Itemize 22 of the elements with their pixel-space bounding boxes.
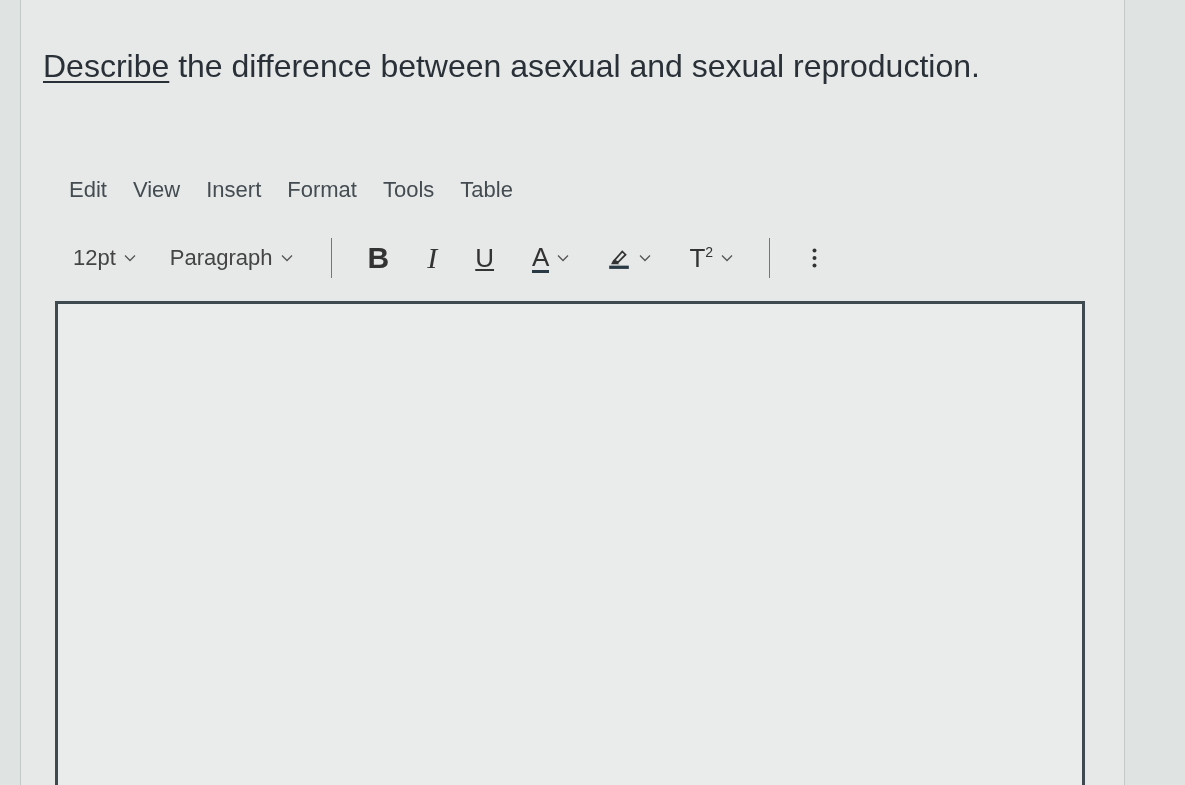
underline-button[interactable]: U bbox=[461, 238, 509, 278]
more-icon bbox=[812, 247, 818, 269]
question-text: Describe the difference between asexual and sexual reproduction. bbox=[43, 48, 981, 85]
chevron-icon bbox=[123, 254, 136, 262]
chevron-icon bbox=[557, 254, 570, 262]
menu-item[interactable]: Insert bbox=[198, 173, 270, 207]
text-color-button[interactable]: A bbox=[518, 239, 584, 277]
highlighter-icon bbox=[607, 247, 632, 269]
menu-item[interactable]: View bbox=[124, 173, 189, 207]
chevron-icon bbox=[721, 254, 734, 262]
menu-item[interactable]: Format bbox=[279, 173, 365, 207]
menu-item[interactable]: Table bbox=[452, 173, 521, 207]
bold-button[interactable]: B bbox=[353, 237, 404, 279]
dropdown-button[interactable]: Paragraph bbox=[161, 239, 301, 277]
question-link[interactable]: Describe bbox=[43, 48, 170, 84]
chevron-icon bbox=[280, 254, 293, 262]
menu-item[interactable]: Edit bbox=[61, 173, 115, 207]
chevron-icon bbox=[639, 254, 652, 262]
dropdown-button[interactable]: 12pt bbox=[65, 239, 144, 277]
superscript-button[interactable]: T$^{2}$ bbox=[675, 238, 748, 278]
italic-button[interactable]: I bbox=[413, 237, 452, 279]
menu-item[interactable]: Tools bbox=[374, 173, 443, 207]
